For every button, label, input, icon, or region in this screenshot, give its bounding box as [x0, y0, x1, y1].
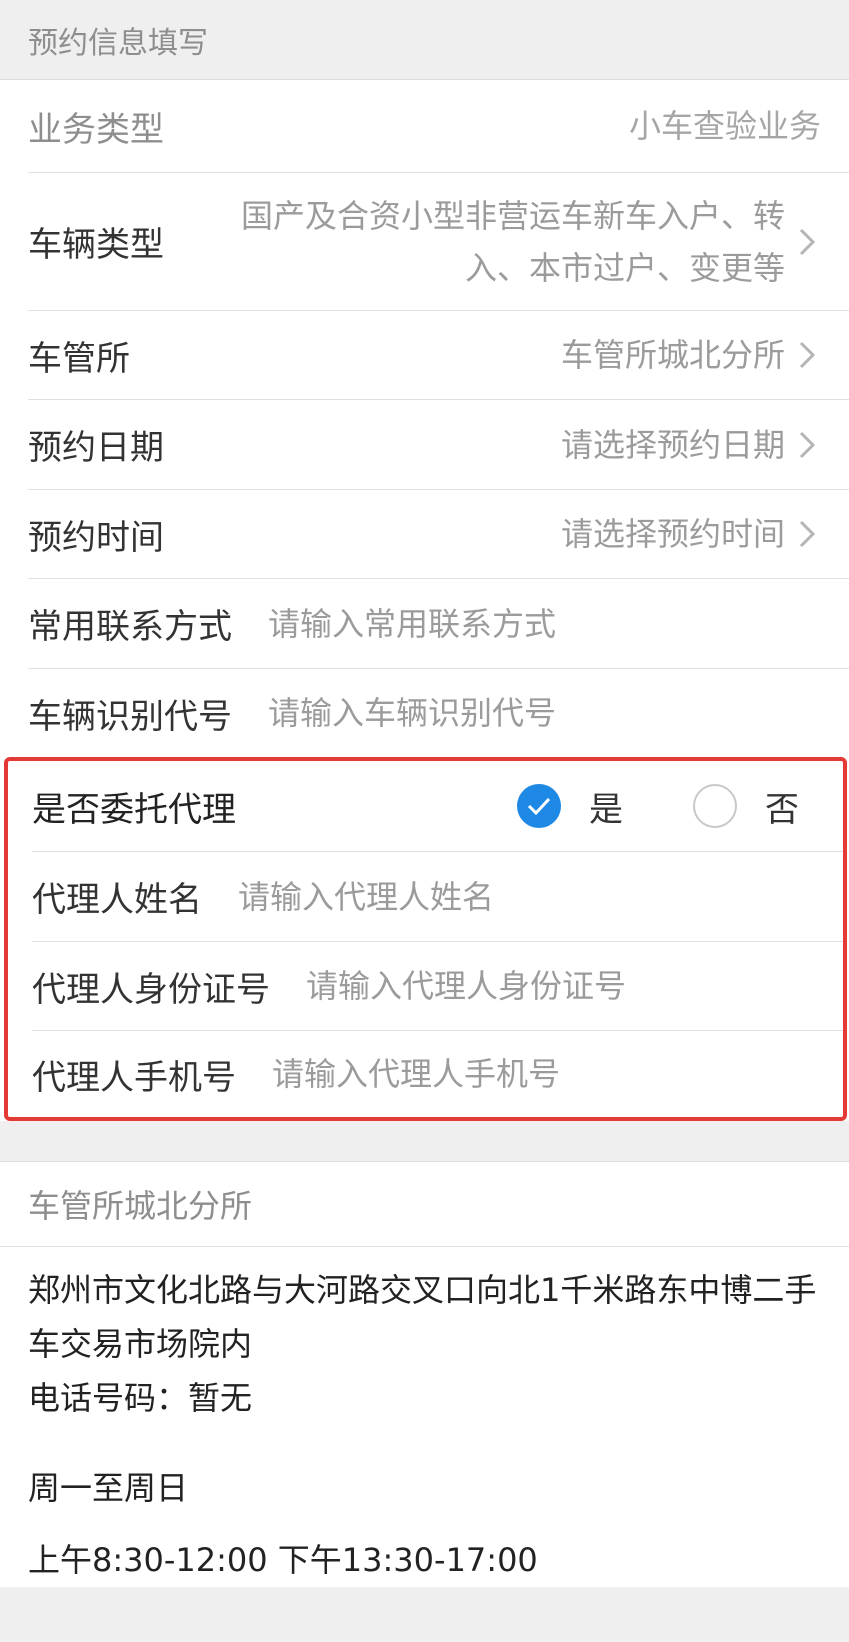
agent-id-input[interactable]	[306, 956, 819, 1016]
contact-row: 常用联系方式	[28, 579, 849, 669]
business-type-label: 业务类型	[28, 109, 164, 150]
page: 预约信息填写 业务类型 小车查验业务 车辆类型 国产及合资小型非营运车新车入户、…	[0, 0, 849, 1642]
agent-radio-group: 是 否	[517, 782, 799, 831]
vin-input[interactable]	[268, 683, 821, 743]
office-days: 周一至周日	[28, 1469, 189, 1507]
vehicle-type-row[interactable]: 车辆类型 国产及合资小型非营运车新车入户、转入、本市过户、变更等	[28, 173, 849, 311]
contact-input[interactable]	[268, 593, 821, 654]
office-info-body: 郑州市文化北路与大河路交叉口向北1千米路东中博二手车交易市场院内 电话号码：暂无…	[0, 1247, 849, 1587]
office-info-card: 车管所城北分所 郑州市文化北路与大河路交叉口向北1千米路东中博二手车交易市场院内…	[0, 1161, 849, 1587]
time-label: 预约时间	[28, 517, 164, 558]
agent-phone-label: 代理人手机号	[32, 1057, 236, 1098]
agent-name-input[interactable]	[238, 866, 819, 927]
office-hours: 上午8:30-12:00 下午13:30-17:00	[28, 1541, 538, 1579]
office-label: 车管所	[28, 338, 130, 379]
vin-label: 车辆识别代号	[28, 696, 232, 737]
radio-checked-icon[interactable]	[517, 784, 561, 828]
chevron-right-icon	[799, 431, 816, 458]
contact-label: 常用联系方式	[28, 607, 232, 647]
time-row[interactable]: 预约时间 请选择预约时间	[28, 490, 849, 579]
agent-section: 是否委托代理 是 否 代理人姓名 请输入代理人姓名 代理人身份证号 请输入代理人…	[4, 757, 847, 1121]
office-info-title: 车管所城北分所	[0, 1161, 849, 1247]
business-type-value: 小车查验业务	[628, 107, 821, 145]
office-address: 郑州市文化北路与大河路交叉口向北1千米路东中博二手车交易市场院内	[28, 1271, 817, 1363]
agent-no-option[interactable]: 否	[693, 782, 799, 831]
agent-id-label: 代理人身份证号	[32, 969, 270, 1010]
vehicle-type-value: 国产及合资小型非营运车新车入户、转入、本市过户、变更等	[240, 196, 785, 287]
appointment-form: 业务类型 小车查验业务 车辆类型 国产及合资小型非营运车新车入户、转入、本市过户…	[0, 80, 849, 1121]
vin-row: 车辆识别代号	[28, 669, 849, 757]
business-type-row: 业务类型 小车查验业务	[28, 80, 849, 173]
time-value: 请选择预约时间	[560, 515, 785, 553]
agent-phone-row: 代理人手机号	[32, 1031, 843, 1117]
office-row[interactable]: 车管所 车管所城北分所	[28, 311, 849, 400]
vehicle-type-label: 车辆类型	[28, 225, 164, 265]
agent-name-row: 代理人姓名	[32, 852, 843, 942]
radio-unchecked-icon[interactable]	[693, 784, 737, 828]
agent-id-row: 代理人身份证号	[32, 942, 843, 1031]
date-label: 预约日期	[28, 428, 164, 468]
date-value: 请选择预约日期	[560, 425, 785, 464]
agent-yes-label: 是	[589, 789, 623, 830]
office-value: 车管所城北分所	[560, 336, 785, 374]
checkmark-icon	[527, 797, 551, 816]
date-row[interactable]: 预约日期 请选择预约日期	[28, 400, 849, 490]
agent-yes-option[interactable]: 是	[517, 782, 623, 831]
agent-phone-input[interactable]	[272, 1044, 819, 1104]
agent-toggle-label: 是否委托代理	[32, 789, 236, 830]
chevron-right-icon	[799, 341, 816, 369]
agent-toggle-row: 是否委托代理 是 否	[32, 761, 843, 852]
chevron-right-icon	[799, 228, 816, 255]
section-title: 预约信息填写	[0, 0, 849, 80]
office-phone: 电话号码：暂无	[28, 1379, 253, 1417]
chevron-right-icon	[799, 520, 816, 548]
agent-name-label: 代理人姓名	[32, 880, 202, 920]
agent-no-label: 否	[765, 789, 799, 830]
